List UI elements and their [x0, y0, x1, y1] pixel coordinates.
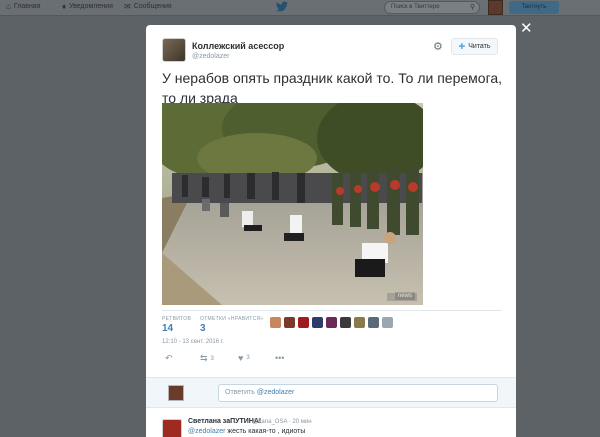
nav-notifications-label: Уведомления — [69, 3, 113, 10]
account-avatar[interactable] — [488, 0, 503, 15]
nav-home-label: Главная — [13, 3, 41, 10]
more-action[interactable]: ••• — [275, 353, 284, 363]
tweet-modal: Коллежский асессор @zedolazer ⚙ ✚ Читать… — [146, 25, 516, 437]
add-user-icon: ✚ — [458, 42, 466, 51]
liker-avatar[interactable] — [270, 317, 281, 328]
close-icon[interactable]: ✕ — [520, 21, 533, 36]
nav-home[interactable]: ⌂ Главная — [6, 2, 41, 11]
reply-text-mention[interactable]: @zedolazer — [188, 428, 225, 435]
author-handle[interactable]: @zedolazer — [192, 53, 229, 60]
retweets-label: РЕТВИТОВ — [162, 316, 192, 322]
like-action[interactable]: ♥ 3 — [238, 353, 250, 363]
home-icon: ⌂ — [6, 2, 11, 11]
reply-text-body: жесть какая-то , идиоты — [225, 428, 306, 435]
tweet-timestamp[interactable]: 12:10 - 13 сент. 2016 г. — [162, 339, 224, 345]
follow-button[interactable]: ✚ Читать — [451, 38, 498, 55]
reply-action[interactable]: ↶ — [165, 353, 173, 364]
retweet-action[interactable]: ⇆ 3 — [200, 353, 214, 364]
retweet-icon: ⇆ — [200, 353, 208, 363]
reply-text: @zedolazer жесть какая-то , идиоты — [188, 428, 305, 435]
reply-author-handle[interactable]: @Lana_OSA · 20 мин — [252, 419, 312, 425]
reply-input[interactable]: Ответить @zedolazer — [218, 384, 498, 402]
twitter-bird-icon[interactable] — [276, 1, 288, 15]
liker-avatar[interactable] — [312, 317, 323, 328]
search-placeholder: Поиск в Твиттере — [391, 4, 440, 10]
tweet-photo[interactable]: news — [162, 103, 423, 305]
liker-avatar[interactable] — [382, 317, 393, 328]
liker-avatars — [270, 317, 393, 328]
reply-mention: @zedolazer — [256, 389, 295, 396]
top-nav: ⌂ Главная ♦ Уведомления ✉ Сообщения Поис… — [0, 0, 600, 16]
search-icon: ⚲ — [469, 4, 475, 11]
tweet-text: У нерабов опять праздник какой то. То ли… — [162, 70, 503, 106]
likes-stat[interactable]: ОТМЕТКИ «НРАВИТСЯ» 3 — [200, 316, 264, 334]
liker-avatar[interactable] — [354, 317, 365, 328]
reply-author-avatar[interactable] — [162, 419, 182, 437]
envelope-icon: ✉ — [124, 2, 131, 11]
liker-avatar[interactable] — [298, 317, 309, 328]
liker-avatar[interactable] — [368, 317, 379, 328]
reply-author-name[interactable]: Светлана заПУТИНА! — [188, 418, 261, 425]
reply-tweet[interactable]: Светлана заПУТИНА! @Lana_OSA · 20 мин @z… — [146, 408, 516, 437]
reply-prefix: Ответить — [225, 389, 257, 396]
likes-label: ОТМЕТКИ «НРАВИТСЯ» — [200, 316, 264, 322]
liker-avatar[interactable] — [284, 317, 295, 328]
reply-icon: ↶ — [165, 353, 173, 363]
bell-icon: ♦ — [62, 2, 67, 11]
nav-messages[interactable]: ✉ Сообщения — [124, 2, 172, 11]
reply-box-avatar — [168, 385, 184, 401]
reply-box: Ответить @zedolazer — [146, 377, 516, 408]
author-name[interactable]: Коллежский асессор — [192, 41, 284, 51]
author-avatar[interactable] — [162, 38, 186, 62]
compose-tweet-button[interactable]: Твитнуть — [509, 1, 559, 14]
heart-icon: ♥ — [238, 353, 244, 363]
retweet-action-count: 3 — [210, 355, 214, 362]
nav-notifications[interactable]: ♦ Уведомления — [62, 2, 113, 11]
retweets-count: 14 — [162, 323, 174, 334]
likes-count: 3 — [200, 323, 206, 334]
compose-tweet-label: Твитнуть — [521, 4, 547, 10]
like-action-count: 3 — [246, 355, 250, 361]
search-input[interactable]: Поиск в Твиттере ⚲ — [384, 1, 480, 14]
photo-watermark: news — [394, 292, 415, 300]
liker-avatar[interactable] — [326, 317, 337, 328]
follow-label: Читать — [468, 43, 491, 50]
liker-avatar[interactable] — [340, 317, 351, 328]
nav-messages-label: Сообщения — [133, 3, 172, 10]
retweets-stat[interactable]: РЕТВИТОВ 14 — [162, 316, 191, 334]
more-icon: ••• — [275, 353, 285, 363]
tweet-actions: ↶ ⇆ 3 ♥ 3 ••• — [162, 353, 502, 365]
tweet-stats: РЕТВИТОВ 14 ОТМЕТКИ «НРАВИТСЯ» 3 — [162, 310, 502, 336]
gear-icon[interactable]: ⚙ — [433, 40, 443, 53]
